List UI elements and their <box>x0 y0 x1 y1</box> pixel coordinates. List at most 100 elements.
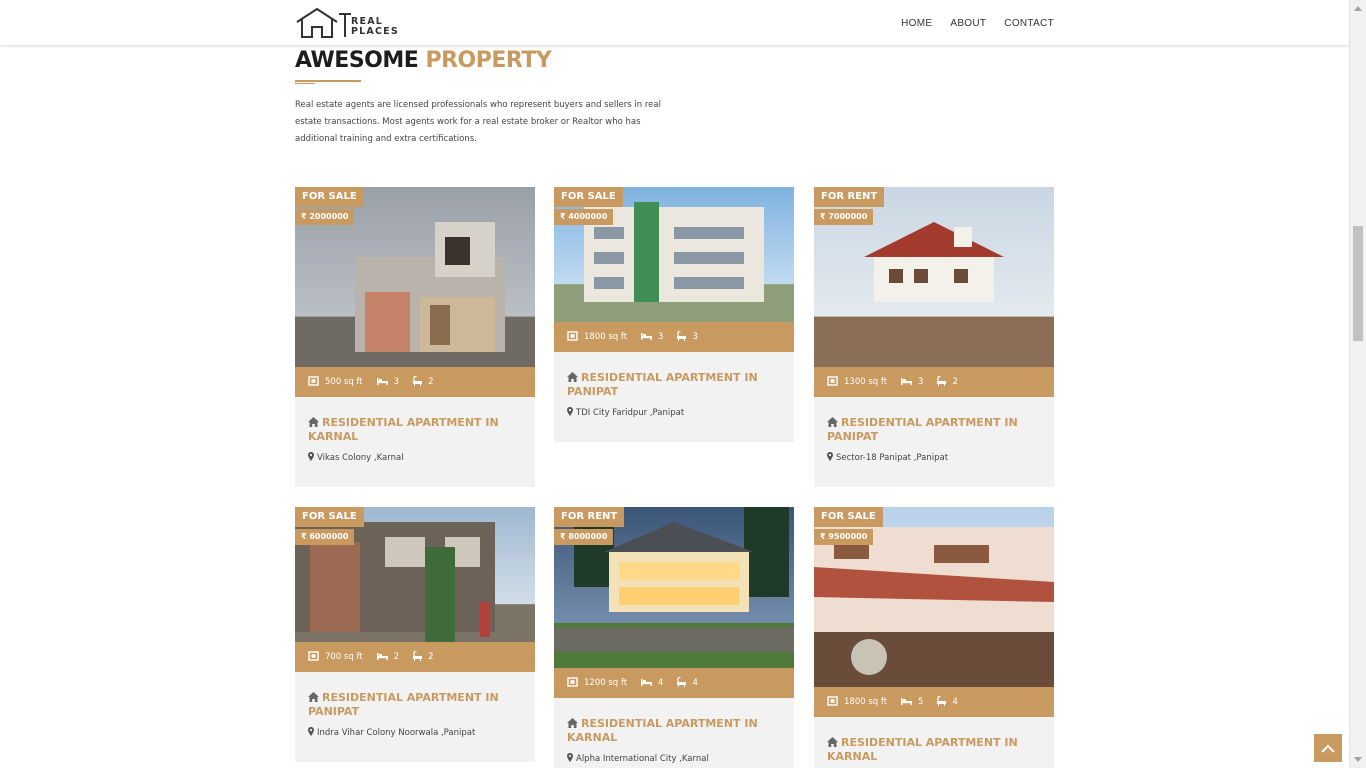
beds-value: 4 <box>658 678 664 688</box>
bed-icon <box>376 377 394 388</box>
nav-home[interactable]: HOME <box>901 18 932 29</box>
baths-value: 4 <box>692 678 698 688</box>
beds-info: 3 <box>641 332 663 343</box>
area-value: 1800 sq ft <box>844 697 888 707</box>
scroll-down-arrow[interactable] <box>1354 757 1362 762</box>
property-card[interactable]: FOR RENT ₹ 8000000 1200 sq ft 4 4 RESIDE… <box>554 507 794 768</box>
property-title-link[interactable]: RESIDENTIAL APARTMENT IN PANIPAT <box>567 371 782 398</box>
bed-icon <box>641 678 658 689</box>
beds-info: 4 <box>641 678 663 689</box>
area-info: 700 sq ft <box>308 650 363 664</box>
beds-info: 2 <box>376 652 399 663</box>
property-card[interactable]: FOR SALE ₹ 4000000 1800 sq ft 3 3 RESIDE… <box>554 187 794 442</box>
area-value: 1800 sq ft <box>584 332 628 342</box>
baths-info: 4 <box>937 695 958 709</box>
home-icon <box>567 372 578 385</box>
property-title-link[interactable]: RESIDENTIAL APARTMENT IN KARNAL <box>827 736 1042 763</box>
bath-icon <box>413 650 428 664</box>
price-badge: ₹ 8000000 <box>554 529 614 545</box>
property-title-link[interactable]: RESIDENTIAL APARTMENT IN KARNAL <box>308 416 523 443</box>
beds-info: 3 <box>901 377 923 388</box>
property-location: Vikas Colony ,Karnal <box>308 452 404 464</box>
real-places-logo[interactable]: REAL PLACES <box>295 6 425 40</box>
home-icon <box>567 718 578 731</box>
map-pin-icon <box>827 452 833 464</box>
map-pin-icon <box>308 452 314 464</box>
property-meta-bar: 500 sq ft 3 2 <box>295 367 535 397</box>
scroll-thumb[interactable] <box>1353 226 1363 341</box>
property-photo[interactable] <box>295 507 535 642</box>
area-value: 1200 sq ft <box>584 678 628 688</box>
price-badge: ₹ 7000000 <box>814 209 874 225</box>
bath-icon <box>413 375 428 389</box>
property-title: RESIDENTIAL APARTMENT IN PANIPAT <box>827 416 1018 443</box>
top-navbar: REAL PLACES HOME ABOUT CONTACT <box>0 0 1349 46</box>
status-badge: FOR RENT <box>554 507 625 527</box>
property-card[interactable]: FOR SALE ₹ 9500000 1800 sq ft 5 4 RESIDE… <box>814 507 1054 768</box>
property-location: Indra Vihar Colony Noorwala ,Panipat <box>308 727 475 739</box>
beds-info: 5 <box>901 697 923 708</box>
property-meta-bar: 1800 sq ft 5 4 <box>814 687 1054 717</box>
location-text: TDI City Faridpur ,Panipat <box>576 408 685 418</box>
section-title-accent: PROPERTY <box>425 48 552 73</box>
beds-value: 3 <box>658 332 664 342</box>
map-pin-icon <box>308 727 314 739</box>
bed-icon <box>901 697 918 708</box>
property-card[interactable]: FOR SALE ₹ 6000000 700 sq ft 2 2 RESIDEN… <box>295 507 535 762</box>
area-info: 500 sq ft <box>308 375 363 389</box>
bath-icon <box>677 676 692 690</box>
area-info: 1800 sq ft <box>827 695 888 709</box>
bed-icon <box>376 652 394 663</box>
section-title-main: AWESOME <box>295 48 419 73</box>
baths-value: 4 <box>952 697 958 707</box>
baths-info: 2 <box>413 375 434 389</box>
property-photo[interactable] <box>554 187 794 322</box>
vertical-scrollbar[interactable] <box>1349 0 1366 768</box>
location-text: Sector-18 Panipat ,Panipat <box>836 453 949 463</box>
property-title-link[interactable]: RESIDENTIAL APARTMENT IN PANIPAT <box>827 416 1042 443</box>
baths-info: 2 <box>937 375 958 389</box>
property-card[interactable]: FOR RENT ₹ 7000000 1300 sq ft 3 2 RESIDE… <box>814 187 1054 487</box>
price-badge: ₹ 2000000 <box>295 209 355 225</box>
baths-info: 2 <box>413 650 433 664</box>
status-badge: FOR RENT <box>814 187 885 207</box>
area-value: 1300 sq ft <box>844 377 888 387</box>
status-badge: FOR SALE <box>295 187 364 207</box>
location-text: Vikas Colony ,Karnal <box>317 453 404 463</box>
bath-icon <box>677 330 692 344</box>
property-meta-bar: 700 sq ft 2 2 <box>295 642 535 672</box>
property-meta-bar: 1800 sq ft 3 3 <box>554 322 794 352</box>
area-icon <box>308 650 325 664</box>
property-card[interactable]: FOR SALE ₹ 2000000 500 sq ft 3 2 RESIDEN… <box>295 187 535 487</box>
baths-value: 3 <box>692 332 698 342</box>
property-title-link[interactable]: RESIDENTIAL APARTMENT IN KARNAL <box>567 717 782 744</box>
scroll-up-arrow[interactable] <box>1354 6 1362 11</box>
status-badge: FOR SALE <box>295 507 364 527</box>
area-icon <box>567 676 584 690</box>
area-info: 1300 sq ft <box>827 375 888 389</box>
nav-about[interactable]: ABOUT <box>950 18 986 29</box>
property-title-link[interactable]: RESIDENTIAL APARTMENT IN PANIPAT <box>308 691 523 718</box>
property-location: Sector-18 Panipat ,Panipat <box>827 452 948 464</box>
price-badge: ₹ 6000000 <box>295 529 355 545</box>
area-info: 1200 sq ft <box>567 676 628 690</box>
home-icon <box>308 417 319 430</box>
beds-value: 5 <box>918 697 924 707</box>
beds-value: 3 <box>393 377 400 387</box>
map-pin-icon <box>567 753 573 765</box>
property-location: TDI City Faridpur ,Panipat <box>567 407 684 419</box>
bath-icon <box>937 375 952 389</box>
property-title: RESIDENTIAL APARTMENT IN KARNAL <box>827 736 1018 763</box>
bath-icon <box>937 695 952 709</box>
property-title: RESIDENTIAL APARTMENT IN KARNAL <box>308 416 499 443</box>
back-to-top-button[interactable] <box>1314 734 1342 762</box>
main-nav: HOME ABOUT CONTACT <box>901 0 1054 46</box>
nav-contact[interactable]: CONTACT <box>1004 18 1054 29</box>
baths-value: 2 <box>428 377 434 387</box>
section-description: Real estate agents are licensed professi… <box>295 100 661 144</box>
property-title: RESIDENTIAL APARTMENT IN PANIPAT <box>308 691 499 718</box>
property-meta-bar: 1200 sq ft 4 4 <box>554 668 794 698</box>
property-location: Alpha International City ,Karnal <box>567 753 709 765</box>
location-text: Indra Vihar Colony Noorwala ,Panipat <box>317 728 476 738</box>
status-badge: FOR SALE <box>814 507 883 527</box>
